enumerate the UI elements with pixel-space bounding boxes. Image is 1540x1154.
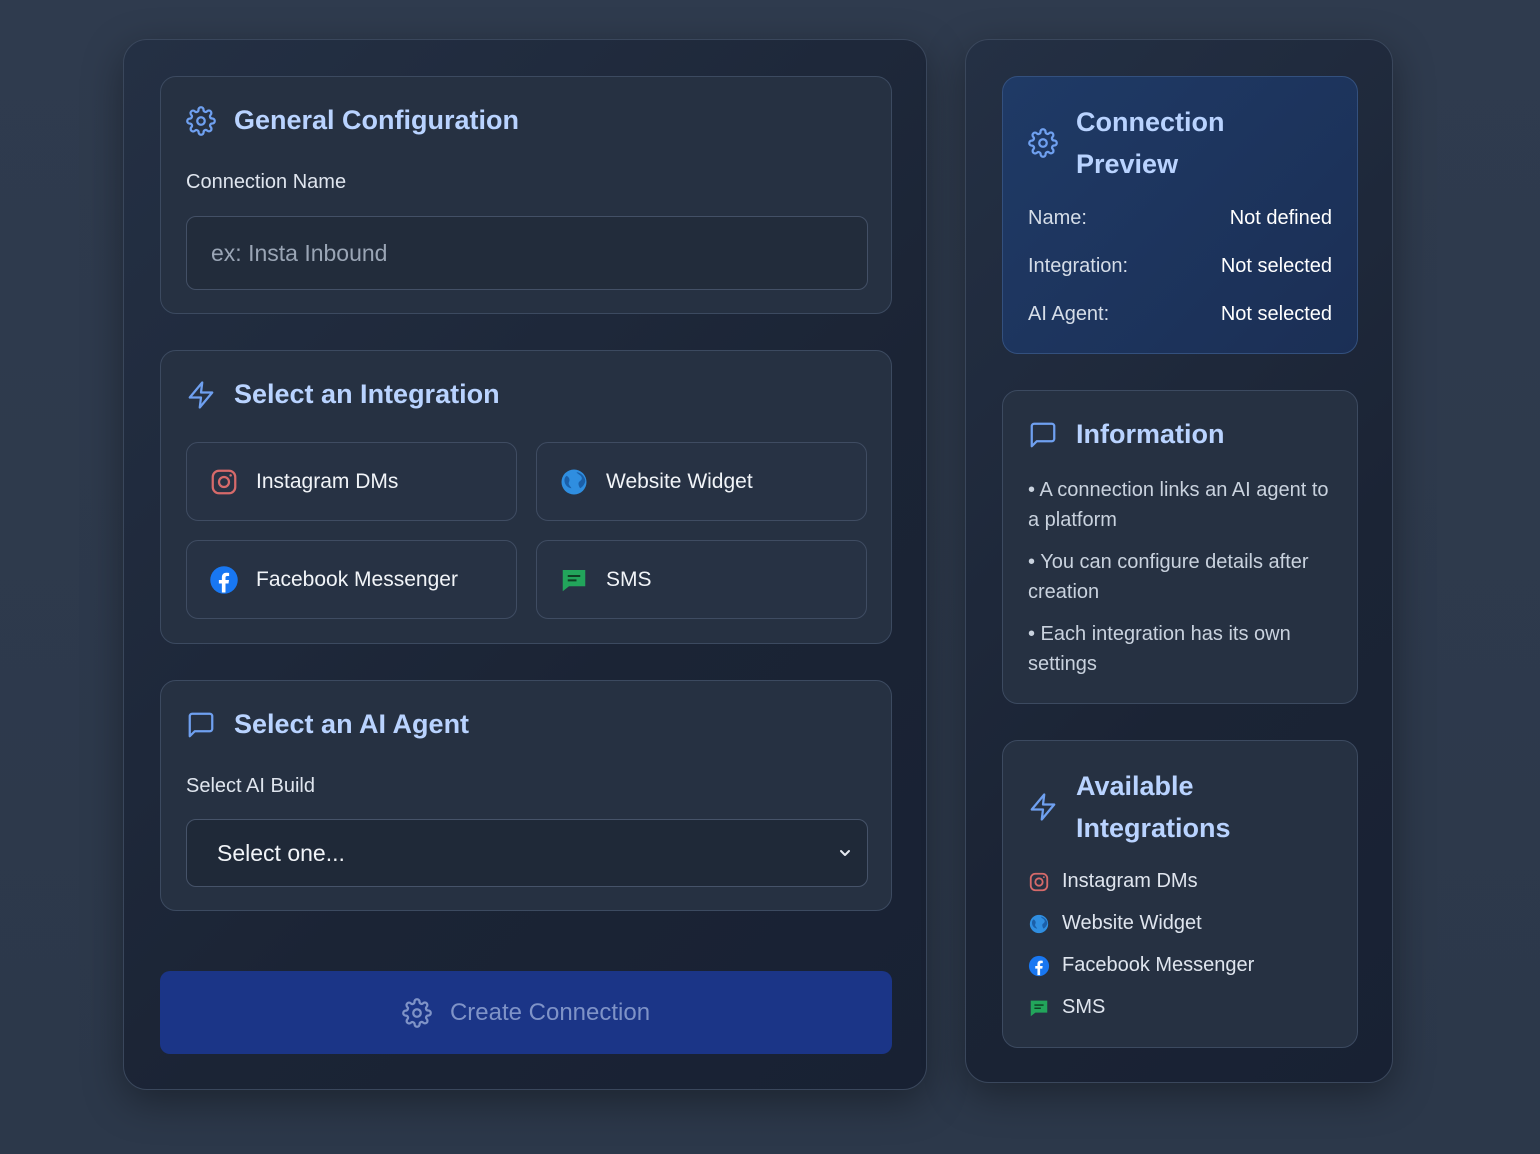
facebook-icon [1028,955,1050,977]
select-ai-agent-title: Select an AI Agent [234,709,470,739]
connection-name-label: Connection Name [186,171,347,193]
sidebar-panel: Connection Preview Name: Not defined Int… [965,39,1393,1083]
available-item-label: SMS [1062,996,1106,1018]
facebook-icon [209,565,239,595]
preview-key: AI Agent: [1028,303,1110,325]
globe-icon [1028,913,1050,935]
integration-option-label: Website Widget [606,469,753,493]
information-item: • A connection links an AI agent to a pl… [1028,479,1329,531]
preview-value: Not selected [1220,303,1332,325]
preview-row-integration: Integration: Not selected [1028,255,1332,278]
integration-option-website-widget[interactable]: Website Widget [536,442,867,521]
general-configuration-heading: General Configuration [186,105,519,136]
available-item-facebook-messenger: Facebook Messenger [1028,954,1254,977]
preview-row-name: Name: Not defined [1028,207,1332,230]
general-configuration-card: General Configuration Connection Name [160,76,892,314]
available-item-label: Website Widget [1062,912,1202,934]
select-ai-agent-heading: Select an AI Agent [186,709,469,740]
connection-name-input[interactable] [186,216,868,290]
connection-preview-title-line1: Connection [1076,107,1225,137]
available-integrations-heading: Available Integrations [1028,765,1231,849]
integration-option-label: Instagram DMs [256,469,399,493]
globe-icon [559,467,589,497]
available-integrations-title-line1: Available [1076,771,1194,801]
integration-option-label: Facebook Messenger [256,567,458,591]
connection-preview-card: Connection Preview Name: Not defined Int… [1002,76,1358,354]
connection-preview-title: Connection Preview [1076,101,1225,185]
gear-icon [402,997,432,1028]
gear-icon [186,105,216,136]
information-item: • You can configure details after creati… [1028,551,1309,603]
information-heading: Information [1028,419,1225,450]
integration-option-sms[interactable]: SMS [536,540,867,619]
create-connection-button[interactable]: Create Connection [160,971,892,1054]
chat-bubble-icon [1028,420,1058,450]
available-integrations-title: Available Integrations [1076,765,1231,849]
information-card: Information • A connection links an AI a… [1002,390,1358,704]
available-item-website-widget: Website Widget [1028,912,1202,935]
integration-option-instagram[interactable]: Instagram DMs [186,442,517,521]
preview-row-ai-agent: AI Agent: Not selected [1028,303,1332,326]
sms-icon [559,565,589,595]
instagram-icon [1028,871,1050,893]
preview-key: Integration: [1028,255,1129,277]
integration-option-label: SMS [606,567,652,591]
instagram-icon [209,467,239,497]
available-integrations-title-line2: Integrations [1076,813,1231,843]
select-integration-heading: Select an Integration [186,379,500,410]
information-item: • Each integration has its own settings [1028,623,1291,675]
gear-icon [1028,128,1058,158]
connection-preview-heading: Connection Preview [1028,101,1225,185]
lightning-icon [1028,792,1058,822]
preview-value: Not defined [1229,207,1332,229]
connection-preview-title-line2: Preview [1076,149,1179,179]
information-title: Information [1076,419,1225,449]
available-item-label: Facebook Messenger [1062,954,1255,976]
available-integrations-card: Available Integrations Instagram DMs Web… [1002,740,1358,1048]
available-item-instagram: Instagram DMs [1028,870,1198,893]
preview-value: Not selected [1220,255,1332,277]
general-configuration-title: General Configuration [234,105,520,135]
ai-build-select-value: Select one... [217,839,345,866]
select-ai-agent-card: Select an AI Agent Select AI Build Selec… [160,680,892,911]
chat-bubble-icon [186,710,216,740]
select-ai-build-label: Select AI Build [186,775,315,797]
lightning-icon [186,380,216,410]
preview-key: Name: [1028,207,1087,229]
select-integration-card: Select an Integration Instagram DMs Webs… [160,350,892,644]
create-connection-label: Create Connection [449,998,651,1026]
connection-form-panel: General Configuration Connection Name Se… [123,39,927,1090]
chevron-down-icon [837,845,853,861]
select-integration-title: Select an Integration [234,379,500,409]
ai-build-select[interactable]: Select one... [186,819,868,887]
available-item-label: Instagram DMs [1062,870,1198,892]
integration-option-facebook-messenger[interactable]: Facebook Messenger [186,540,517,619]
available-item-sms: SMS [1028,996,1105,1019]
sms-icon [1028,997,1050,1019]
